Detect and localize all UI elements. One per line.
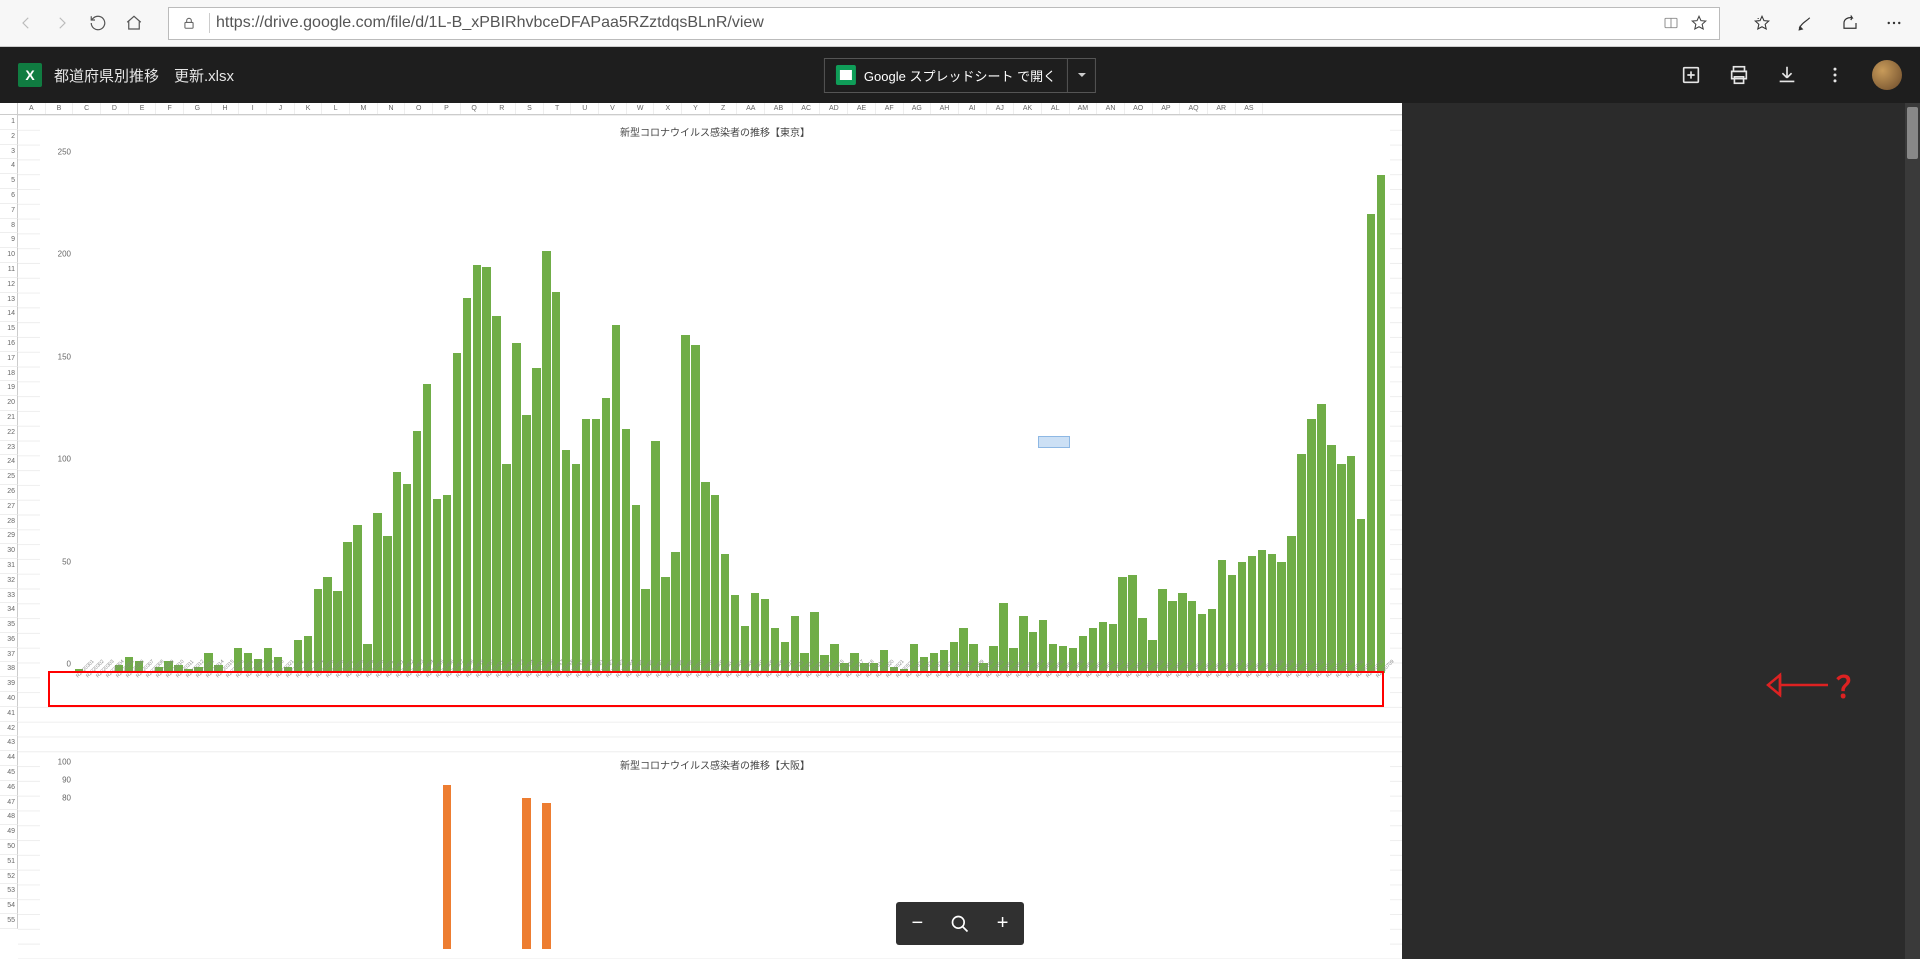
viewer-content: ABCDEFGHIJKLMNOPQRSTUVWXYZAAABACADAEAFAG… [0,103,1920,959]
zoom-reset-button[interactable] [944,908,976,940]
scrollbar-thumb[interactable] [1907,107,1918,159]
open-with-sheets-button[interactable]: Google スプレッドシート で開く [825,65,1067,85]
more-actions-icon[interactable] [1824,64,1846,86]
zoom-in-button[interactable]: + [987,908,1019,940]
chart-tokyo-bars [75,140,1385,673]
url-text: https://drive.google.com/file/d/1L-B_xPB… [216,14,1657,32]
notes-icon[interactable] [1788,5,1824,41]
back-button[interactable] [8,5,44,41]
drive-viewer-header: X 都道府県別推移 更新.xlsx Google スプレッドシート で開く [0,47,1920,103]
forward-button[interactable] [44,5,80,41]
chart-osaka-plot: 8090100 [75,771,1385,949]
open-with-sheets: Google スプレッドシート で開く [824,58,1096,93]
chart-tokyo-plot: 050100150200250 [75,140,1385,673]
sheets-icon [836,65,856,85]
column-headers: ABCDEFGHIJKLMNOPQRSTUVWXYZAAABACADAEAFAG… [0,103,1402,115]
open-with-label: Google スプレッドシート で開く [864,66,1056,85]
favorites-icon[interactable] [1744,5,1780,41]
refresh-button[interactable] [80,5,116,41]
open-with-container: Google スプレッドシート で開く [824,58,1096,93]
share-icon[interactable] [1832,5,1868,41]
annotation-question-mark: ？ [1836,663,1866,707]
more-icon[interactable] [1876,5,1912,41]
header-actions [1680,60,1902,90]
favorite-star-icon[interactable] [1685,14,1713,32]
zoom-toolbar: − + [896,902,1024,945]
print-icon[interactable] [1728,64,1750,86]
excel-file-icon: X [18,63,42,87]
reading-view-icon[interactable] [1657,15,1685,31]
vertical-scrollbar[interactable] [1905,103,1920,959]
browser-toolbar: https://drive.google.com/file/d/1L-B_xPB… [0,0,1920,47]
chart-osaka-yaxis: 8090100 [43,771,73,949]
lock-icon [175,16,203,30]
chart-tokyo-xaxis: R2020301R2020302R2020303R2020304R2020305… [75,675,1385,705]
browser-right-controls [1734,5,1912,41]
open-with-dropdown[interactable] [1067,59,1095,92]
chart-tokyo-yaxis: 050100150200250 [43,140,73,673]
spreadsheet-preview[interactable]: ABCDEFGHIJKLMNOPQRSTUVWXYZAAABACADAEAFAG… [0,103,1402,959]
file-name: 都道府県別推移 更新.xlsx [54,65,234,86]
address-bar[interactable]: https://drive.google.com/file/d/1L-B_xPB… [168,7,1720,40]
viewer-dark-margin [1402,103,1920,959]
zoom-out-button[interactable]: − [901,908,933,940]
add-to-drive-icon[interactable] [1680,64,1702,86]
home-button[interactable] [116,5,152,41]
row-headers: 1234567891011121314151617181920212223242… [0,115,18,929]
separator [209,13,210,33]
chart-osaka-bars [75,771,1385,949]
annotation-arrow: ？ [1766,663,1866,707]
download-icon[interactable] [1776,64,1798,86]
chart-tokyo: 新型コロナウイルス感染者の推移【東京】 050100150200250 R202… [40,120,1390,705]
user-avatar[interactable] [1872,60,1902,90]
chart-osaka: 新型コロナウイルス感染者の推移【大阪】 8090100 [40,753,1390,953]
